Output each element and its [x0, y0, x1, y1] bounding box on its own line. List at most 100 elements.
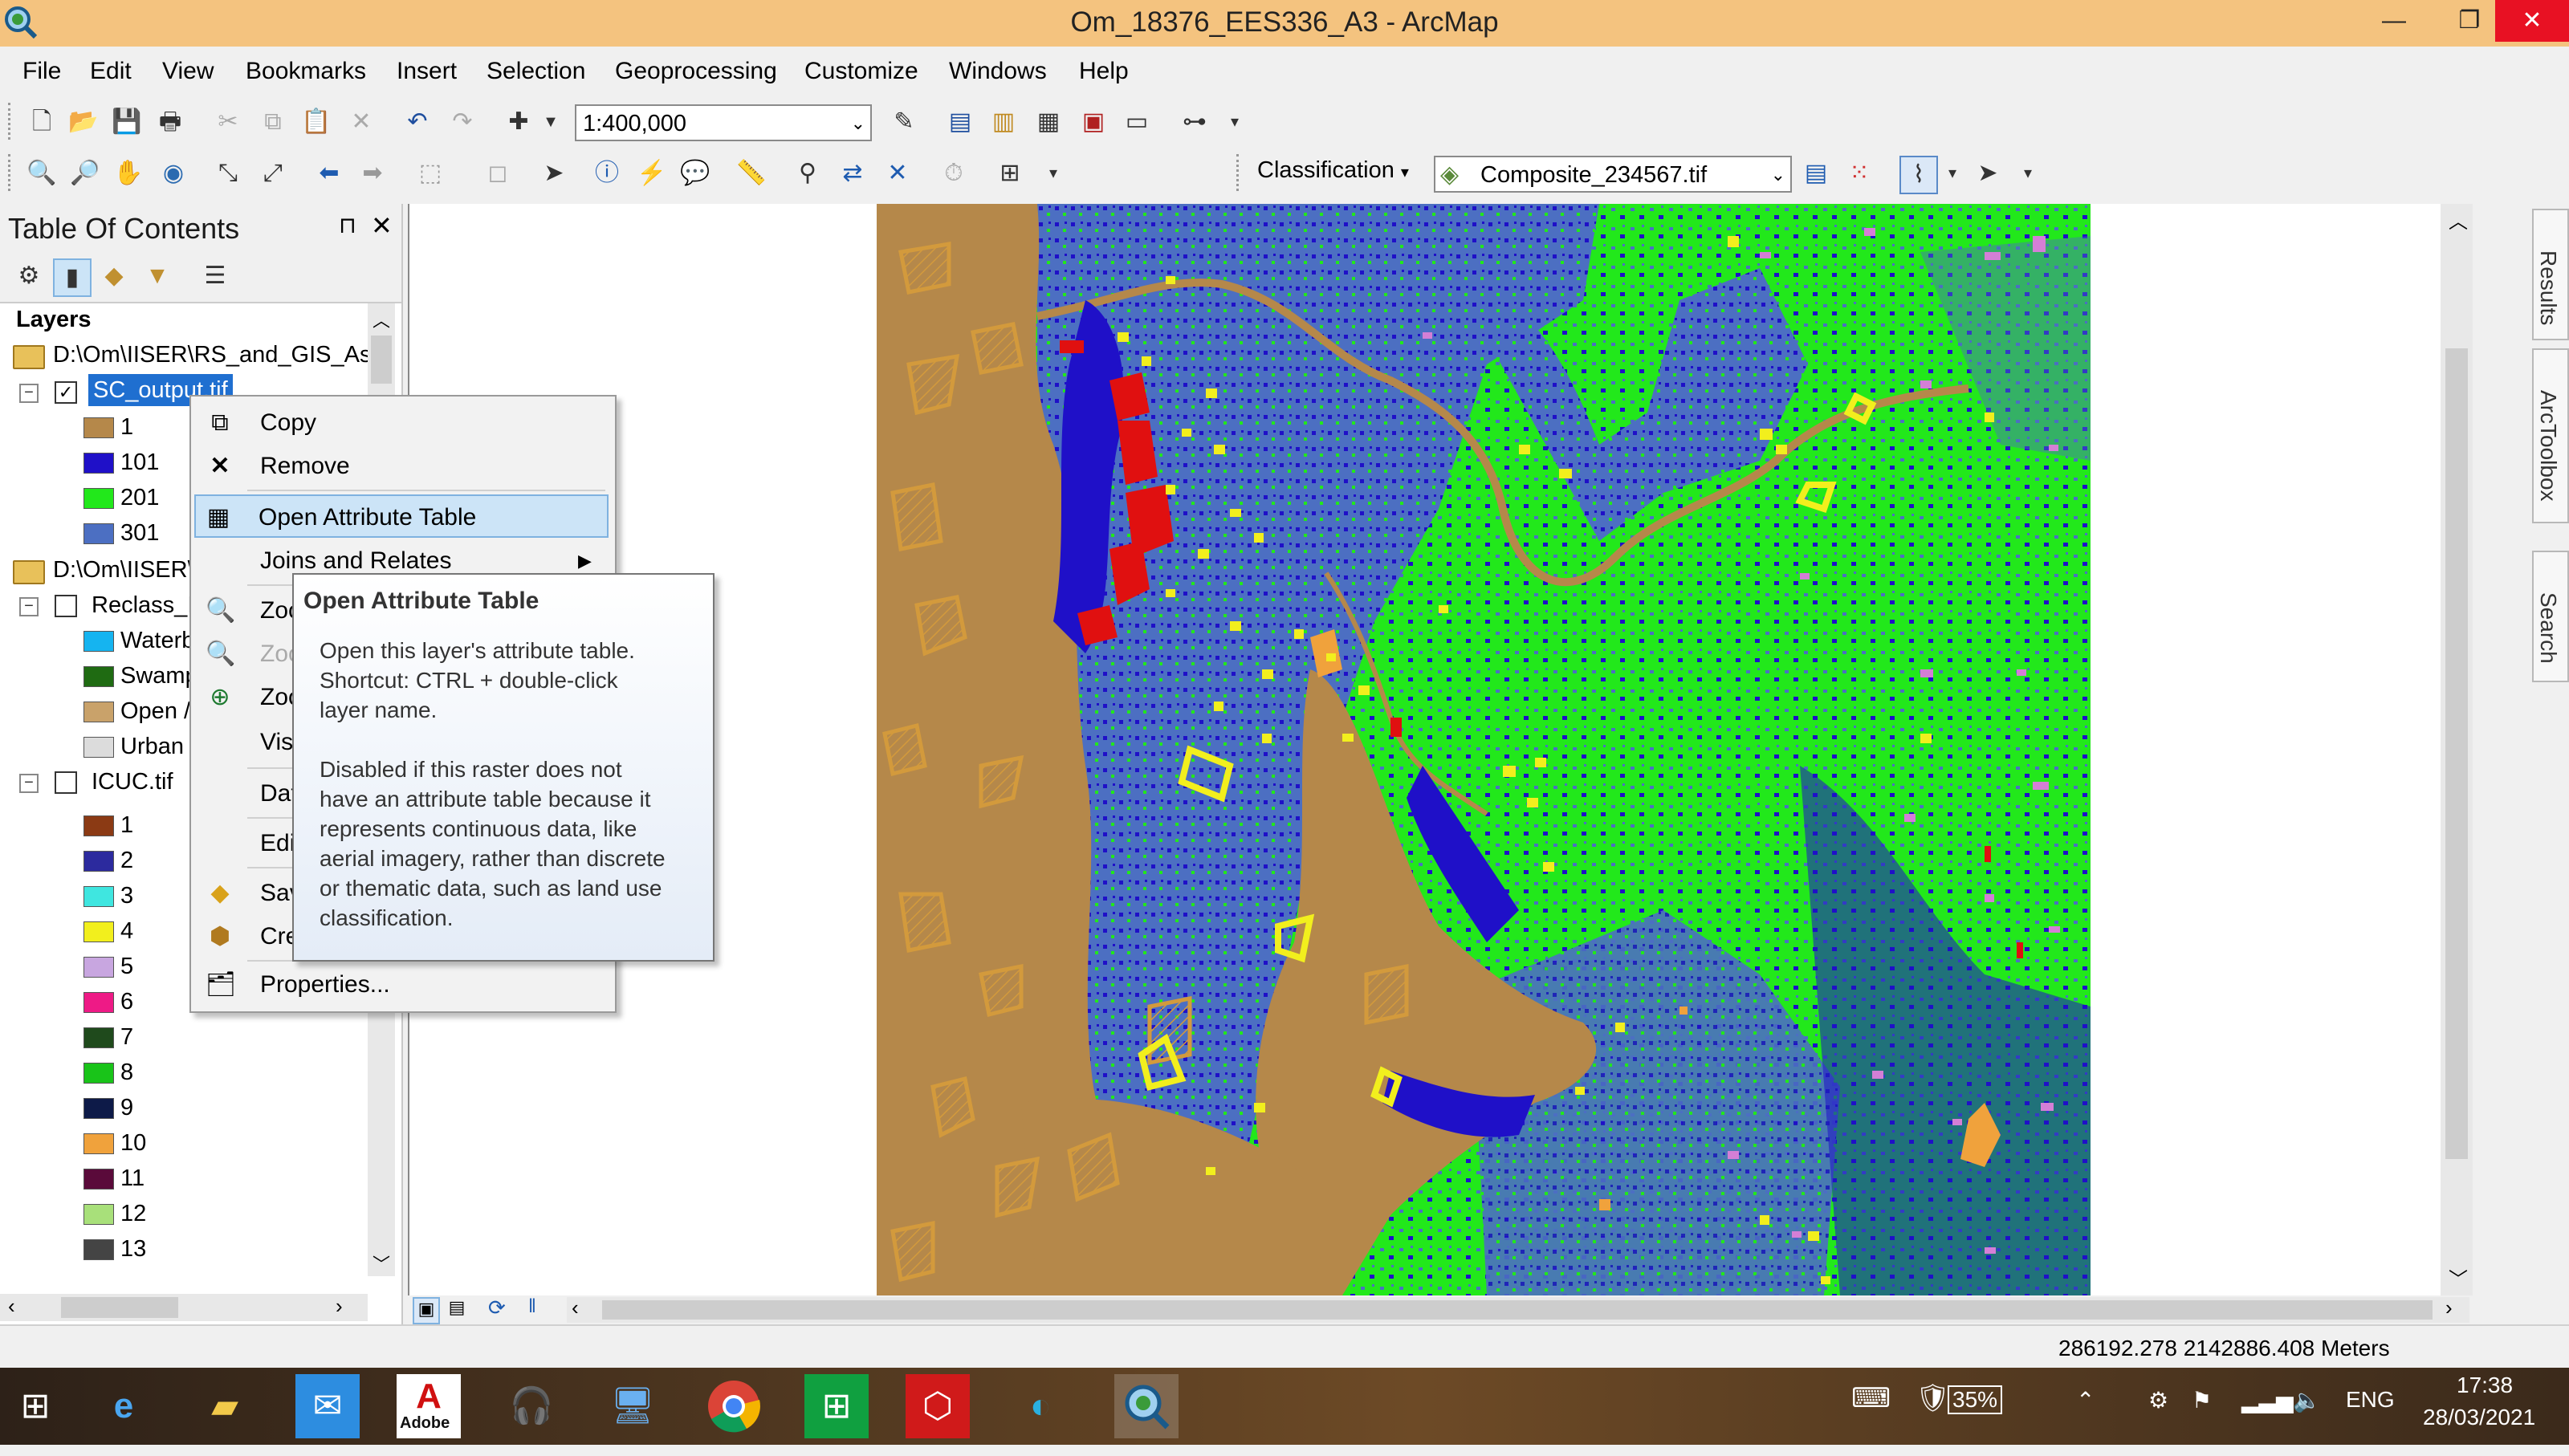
scroll-thumb[interactable] [2445, 348, 2468, 1159]
classification-dropdown[interactable]: Classification ▾ [1257, 157, 1409, 184]
zoom-in-icon[interactable]: 🔍 [24, 156, 59, 191]
create-viewer-window-icon[interactable]: ⊞ [992, 156, 1028, 191]
toolbar-grip[interactable] [1236, 154, 1250, 191]
full-extent-globe-icon[interactable]: ◉ [156, 156, 191, 191]
editor-toolbar-icon[interactable]: ✎ [886, 104, 922, 140]
layers-root[interactable]: Layers [16, 303, 92, 336]
volume-icon[interactable]: 🔈 [2293, 1387, 2321, 1413]
add-data-dropdown-icon[interactable]: ▼ [533, 104, 568, 140]
arctoolbox-icon[interactable]: ▣ [1076, 104, 1111, 140]
scroll-up-arrow-icon[interactable]: ︿ [373, 307, 390, 332]
fixed-zoom-in-icon[interactable]: ⤡ [210, 156, 246, 191]
3d-builder-icon[interactable]: ⬡ [906, 1374, 970, 1438]
minimize-button[interactable]: — [2357, 0, 2431, 42]
windows-start-icon[interactable]: ⊞ [3, 1374, 67, 1438]
chrome-icon[interactable] [702, 1374, 766, 1438]
onedrive-icon[interactable]: ⚙ [2148, 1387, 2168, 1413]
folder-2-label[interactable]: D:\Om\IISER\ [53, 554, 194, 586]
select-training-sample-icon[interactable]: ➤ [1970, 156, 2005, 191]
show-hidden-icons-icon[interactable]: ⌃ [2076, 1387, 2095, 1413]
layer-combo[interactable]: ◈ Composite_234567.tif ⌄ [1434, 156, 1792, 193]
go-to-xy-icon[interactable]: ✕ [880, 156, 915, 191]
table-of-contents-icon[interactable]: ▤ [943, 104, 978, 140]
python-window-icon[interactable]: ▭ [1119, 104, 1154, 140]
layer-reclass[interactable]: Reclass_I [92, 589, 193, 621]
map-vertical-scrollbar[interactable]: ︿ ﹀ [2441, 204, 2473, 1295]
back-arrow-icon[interactable]: ⬅ [311, 156, 347, 191]
layer-visibility-checkbox[interactable] [55, 771, 77, 794]
copy-icon[interactable]: ⧉ [255, 104, 291, 140]
catalog-window-icon[interactable]: ▥ [986, 104, 1021, 140]
save-icon[interactable]: 💾 [109, 104, 145, 140]
scroll-left-arrow-icon[interactable]: ‹ [572, 1295, 579, 1320]
scroll-up-arrow-icon[interactable]: ︿ [2449, 205, 2468, 234]
menu-selection[interactable]: Selection [487, 58, 585, 85]
toolbar-grip[interactable] [8, 154, 22, 191]
list-by-source-icon[interactable]: ▮ [53, 258, 92, 297]
collapse-icon[interactable]: − [19, 384, 39, 403]
fixed-zoom-out-icon[interactable]: ⤢ [255, 156, 291, 191]
menu-windows[interactable]: Windows [949, 58, 1047, 85]
chevron-down-icon[interactable]: ⌄ [1771, 157, 1785, 193]
forward-arrow-icon[interactable]: ➡ [355, 156, 390, 191]
scroll-right-arrow-icon[interactable]: › [2445, 1295, 2453, 1320]
list-by-visibility-icon[interactable]: ◆ [96, 258, 132, 294]
chevron-down-icon[interactable]: ⌄ [851, 106, 865, 141]
toc-horizontal-scrollbar[interactable]: ‹ › [0, 1294, 368, 1321]
action-flag-icon[interactable]: ⚑ [2192, 1387, 2212, 1413]
clock-date[interactable]: 28/03/2021 [2423, 1405, 2535, 1430]
layer-visibility-checkbox[interactable]: ✓ [55, 381, 77, 404]
identify-info-icon[interactable]: ⓘ [589, 156, 625, 191]
select-elements-arrow-icon[interactable]: ➤ [536, 156, 572, 191]
layout-view-icon[interactable]: ▤ [445, 1297, 469, 1321]
scroll-thumb[interactable] [371, 336, 392, 384]
redo-icon[interactable]: ↷ [445, 104, 480, 140]
menu-item-open-attribute-table[interactable]: ▦ Open Attribute Table [194, 494, 609, 538]
measure-icon[interactable]: 📏 [734, 156, 769, 191]
clear-selection-icon[interactable]: ◻ [480, 156, 515, 191]
classified-raster-map[interactable] [877, 204, 2091, 1295]
menu-insert[interactable]: Insert [397, 58, 457, 85]
folder-1-label[interactable]: D:\Om\IISER\RS_and_GIS_Ass [53, 339, 369, 371]
clock-time[interactable]: 17:38 [2457, 1373, 2513, 1398]
menu-geoprocessing[interactable]: Geoprocessing [615, 58, 777, 85]
paste-icon[interactable]: 📋 [299, 104, 334, 140]
new-document-icon[interactable]: 🗋 [24, 104, 59, 140]
layer-visibility-checkbox[interactable] [55, 595, 77, 617]
dropdown-arrow-icon[interactable]: ▾ [1935, 156, 1970, 191]
scroll-left-arrow-icon[interactable]: ‹ [8, 1294, 15, 1319]
menu-item-properties[interactable]: 🗂 Properties... [194, 963, 609, 1007]
map-horizontal-scrollbar[interactable]: ‹ › [567, 1295, 2469, 1323]
search-window-icon[interactable]: ▦ [1031, 104, 1066, 140]
menu-customize[interactable]: Customize [804, 58, 918, 85]
headphones-app-icon[interactable]: 🎧 [499, 1374, 564, 1438]
menu-bookmarks[interactable]: Bookmarks [246, 58, 366, 85]
file-explorer-icon[interactable]: ▰ [193, 1374, 257, 1438]
map-scale-combo[interactable]: 1:400,000 ⌄ [575, 104, 872, 141]
arcmap-taskbar-icon[interactable] [1114, 1374, 1179, 1438]
layer-icuc[interactable]: ICUC.tif [92, 766, 173, 798]
zoom-out-icon[interactable]: 🔎 [67, 156, 103, 191]
pan-hand-icon[interactable]: ✋ [111, 156, 146, 191]
menu-item-copy[interactable]: ⧉ Copy [194, 401, 609, 445]
toc-options-icon[interactable]: ☰ [197, 258, 233, 294]
hyperlink-icon[interactable]: ⚡ [634, 156, 670, 191]
find-binoculars-icon[interactable]: ⚲ [790, 156, 825, 191]
microsoft-store-icon[interactable]: ⊞ [804, 1374, 869, 1438]
adobe-reader-icon[interactable]: A Adobe [397, 1374, 461, 1438]
model-builder-icon[interactable]: ⊶ [1177, 104, 1212, 140]
open-folder-icon[interactable]: 📂 [66, 104, 101, 140]
toolbar-grip[interactable] [8, 103, 22, 140]
collapse-icon[interactable]: − [19, 597, 39, 616]
training-sample-manager-icon[interactable]: ▤ [1798, 156, 1834, 191]
scroll-thumb[interactable] [602, 1300, 2433, 1320]
menu-view[interactable]: View [162, 58, 214, 85]
network-signal-icon[interactable]: ▂▃▅ [2241, 1387, 2294, 1413]
time-slider-icon[interactable]: ⏱ [936, 156, 971, 191]
html-popup-icon[interactable]: 💬 [678, 156, 713, 191]
language-indicator[interactable]: ENG [2346, 1387, 2395, 1413]
results-tab[interactable]: Results [2532, 209, 2569, 340]
pause-drawing-icon[interactable]: ‖ [528, 1295, 536, 1318]
cut-icon[interactable]: ✂ [210, 104, 246, 140]
data-view-icon[interactable]: ▣ [413, 1297, 440, 1324]
